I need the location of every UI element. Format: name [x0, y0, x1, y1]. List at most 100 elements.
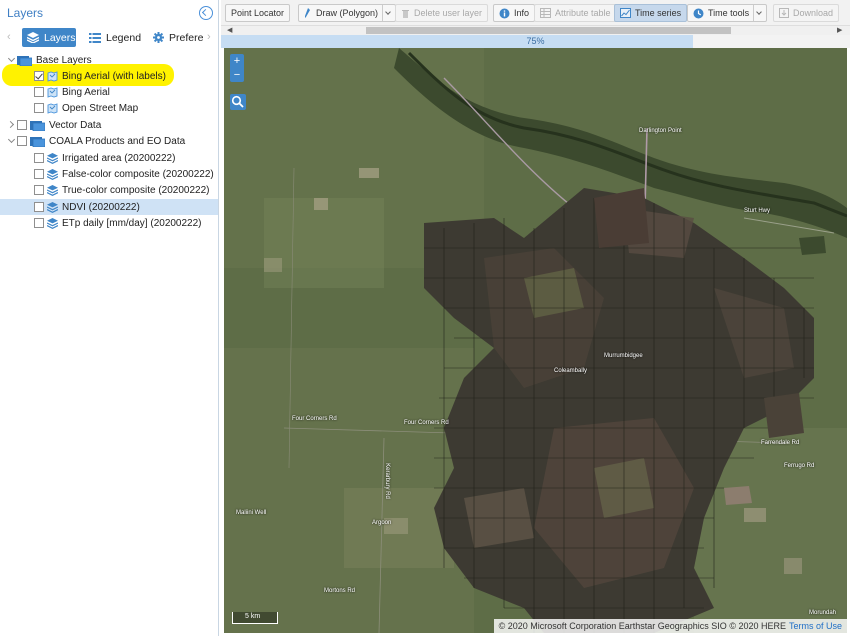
delete-user-layer-button[interactable]: Delete user layer: [395, 4, 489, 22]
scroll-right-icon[interactable]: ▶: [837, 26, 842, 34]
tab-scroll-right-icon[interactable]: ›: [207, 31, 211, 43]
layer-checkbox[interactable]: [34, 153, 44, 163]
map-layer-icon: [47, 70, 58, 82]
tree-label: True-color composite (20200222): [62, 184, 210, 196]
group-checkbox[interactable]: [17, 120, 27, 130]
tree-group-base-layers[interactable]: Base Layers: [0, 52, 218, 68]
scrollbar-thumb[interactable]: [366, 27, 731, 34]
tree-label: Bing Aerial (with labels): [61, 70, 167, 82]
clock-icon: [693, 8, 704, 18]
attribute-table-button[interactable]: Attribute table: [534, 4, 617, 22]
layers-icon: [47, 168, 58, 180]
tab-legend[interactable]: Legend: [84, 28, 142, 47]
scale-bar-label: 5 km: [245, 613, 261, 620]
collapse-panel-icon[interactable]: [199, 6, 213, 20]
tab-preferences[interactable]: Preferer: [148, 28, 204, 47]
scale-bar: 5 km: [232, 612, 278, 624]
layers-panel: Layers ‹ Layers Legend Preferer › Base L…: [0, 0, 219, 636]
zoom-out-button[interactable]: −: [230, 68, 244, 82]
layer-checkbox[interactable]: [34, 218, 44, 228]
info-icon: [499, 8, 510, 18]
tab-label: Legend: [106, 31, 142, 44]
road-label-mortons: Mortons Rd: [324, 588, 356, 594]
tree-label: Bing Aerial: [62, 86, 110, 98]
tree-label: ETp daily [mm/day] (20200222): [62, 217, 202, 229]
button-label: Time tools: [708, 8, 750, 18]
download-icon: [779, 8, 789, 18]
group-checkbox[interactable]: [17, 136, 27, 146]
road-label-ferrugo: Ferrugo Rd: [784, 463, 815, 469]
zoom-in-button[interactable]: +: [230, 54, 244, 68]
tab-label: Layers: [44, 31, 76, 44]
folder-icon: [30, 120, 45, 131]
layer-checkbox[interactable]: [34, 71, 44, 81]
layer-true-color[interactable]: True-color composite (20200222): [0, 182, 218, 198]
map-view[interactable]: Darlington Point Sturt Hwy Murrumbidgee …: [224, 48, 847, 633]
layer-checkbox[interactable]: [34, 103, 44, 113]
folder-icon: [17, 55, 32, 66]
info-button[interactable]: Info: [493, 4, 536, 22]
tree-group-vector-data[interactable]: Vector Data: [0, 117, 218, 133]
layer-bing-aerial[interactable]: Bing Aerial: [0, 84, 218, 100]
tab-layers[interactable]: Layers: [22, 28, 76, 47]
download-button[interactable]: Download: [773, 4, 840, 22]
scroll-left-icon[interactable]: ◀: [227, 26, 232, 34]
loading-progress-bar: 75%: [221, 35, 850, 48]
tab-scroll-left-icon[interactable]: ‹: [7, 31, 11, 43]
layer-false-color[interactable]: False-color composite (20200222): [0, 166, 218, 182]
road-label-farrendale: Farrendale Rd: [761, 440, 800, 446]
point-locator-button[interactable]: Point Locator: [225, 4, 291, 22]
button-label: Attribute table: [555, 8, 611, 18]
time-series-button[interactable]: Time series: [614, 4, 688, 22]
button-label: Point Locator: [231, 8, 285, 18]
tree-label: Irrigated area (20200222): [62, 152, 176, 164]
satellite-imagery: [224, 48, 847, 633]
layer-irrigated-area[interactable]: Irrigated area (20200222): [0, 150, 218, 166]
expand-toggle-icon[interactable]: [7, 52, 17, 68]
layers-icon: [47, 217, 58, 229]
tree-group-coala[interactable]: COALA Products and EO Data: [0, 133, 218, 149]
road-label-four-corners: Four Corners Rd: [292, 416, 337, 422]
layer-bing-aerial-labels[interactable]: Bing Aerial (with labels): [0, 68, 218, 84]
button-label: Delete user layer: [414, 8, 483, 18]
gear-icon: [153, 32, 164, 43]
layer-ndvi[interactable]: NDVI (20200222): [0, 199, 218, 215]
map-toolbar: Point Locator Draw (Polygon) Delete user…: [221, 0, 850, 26]
expand-toggle-icon[interactable]: [7, 117, 17, 133]
layer-checkbox[interactable]: [34, 87, 44, 97]
tree-label: Vector Data: [49, 119, 102, 131]
place-label-argoon: Argoon: [372, 520, 392, 526]
attribution-text: © 2020 Microsoft Corporation Earthstar G…: [498, 621, 786, 631]
tab-label: Preferer: [169, 31, 204, 44]
zoom-box-button[interactable]: [230, 94, 246, 110]
expand-toggle-icon[interactable]: [7, 133, 17, 149]
layer-checkbox[interactable]: [34, 185, 44, 195]
layer-etp-daily[interactable]: ETp daily [mm/day] (20200222): [0, 215, 218, 231]
toolbar-scrollbar[interactable]: ◀ ▶: [221, 26, 850, 35]
draw-polygon-button[interactable]: Draw (Polygon): [298, 4, 397, 22]
road-label-kerarbury: Kerarbury Rd: [383, 463, 390, 499]
terms-of-use-link[interactable]: Terms of Use: [789, 621, 842, 631]
pencil-icon: [305, 8, 310, 18]
layers-icon: [47, 152, 58, 164]
chevron-down-icon[interactable]: [382, 5, 390, 21]
panel-tabs: ‹ Layers Legend Preferer ›: [0, 26, 219, 50]
layers-icon: [47, 184, 58, 196]
layer-open-street-map[interactable]: Open Street Map: [0, 100, 218, 116]
road-label-sturt-hwy: Sturt Hwy: [744, 208, 771, 214]
button-label: Draw (Polygon): [316, 8, 379, 18]
button-label: Download: [793, 8, 834, 18]
place-label-coleambally: Coleambally: [554, 368, 588, 374]
map-layer-icon: [47, 86, 58, 98]
layer-checkbox[interactable]: [34, 169, 44, 179]
layer-checkbox[interactable]: [34, 202, 44, 212]
time-tools-button[interactable]: Time tools: [687, 4, 768, 22]
list-icon: [89, 32, 101, 43]
map-attribution: © 2020 Microsoft Corporation Earthstar G…: [493, 619, 847, 633]
map-layer-icon: [47, 102, 58, 114]
chart-icon: [620, 8, 631, 18]
place-label-murrumbidgee: Murrumbidgee: [604, 353, 643, 359]
zoom-control: + −: [230, 54, 244, 82]
chevron-down-icon[interactable]: [753, 5, 761, 21]
button-label: Info: [514, 8, 530, 18]
